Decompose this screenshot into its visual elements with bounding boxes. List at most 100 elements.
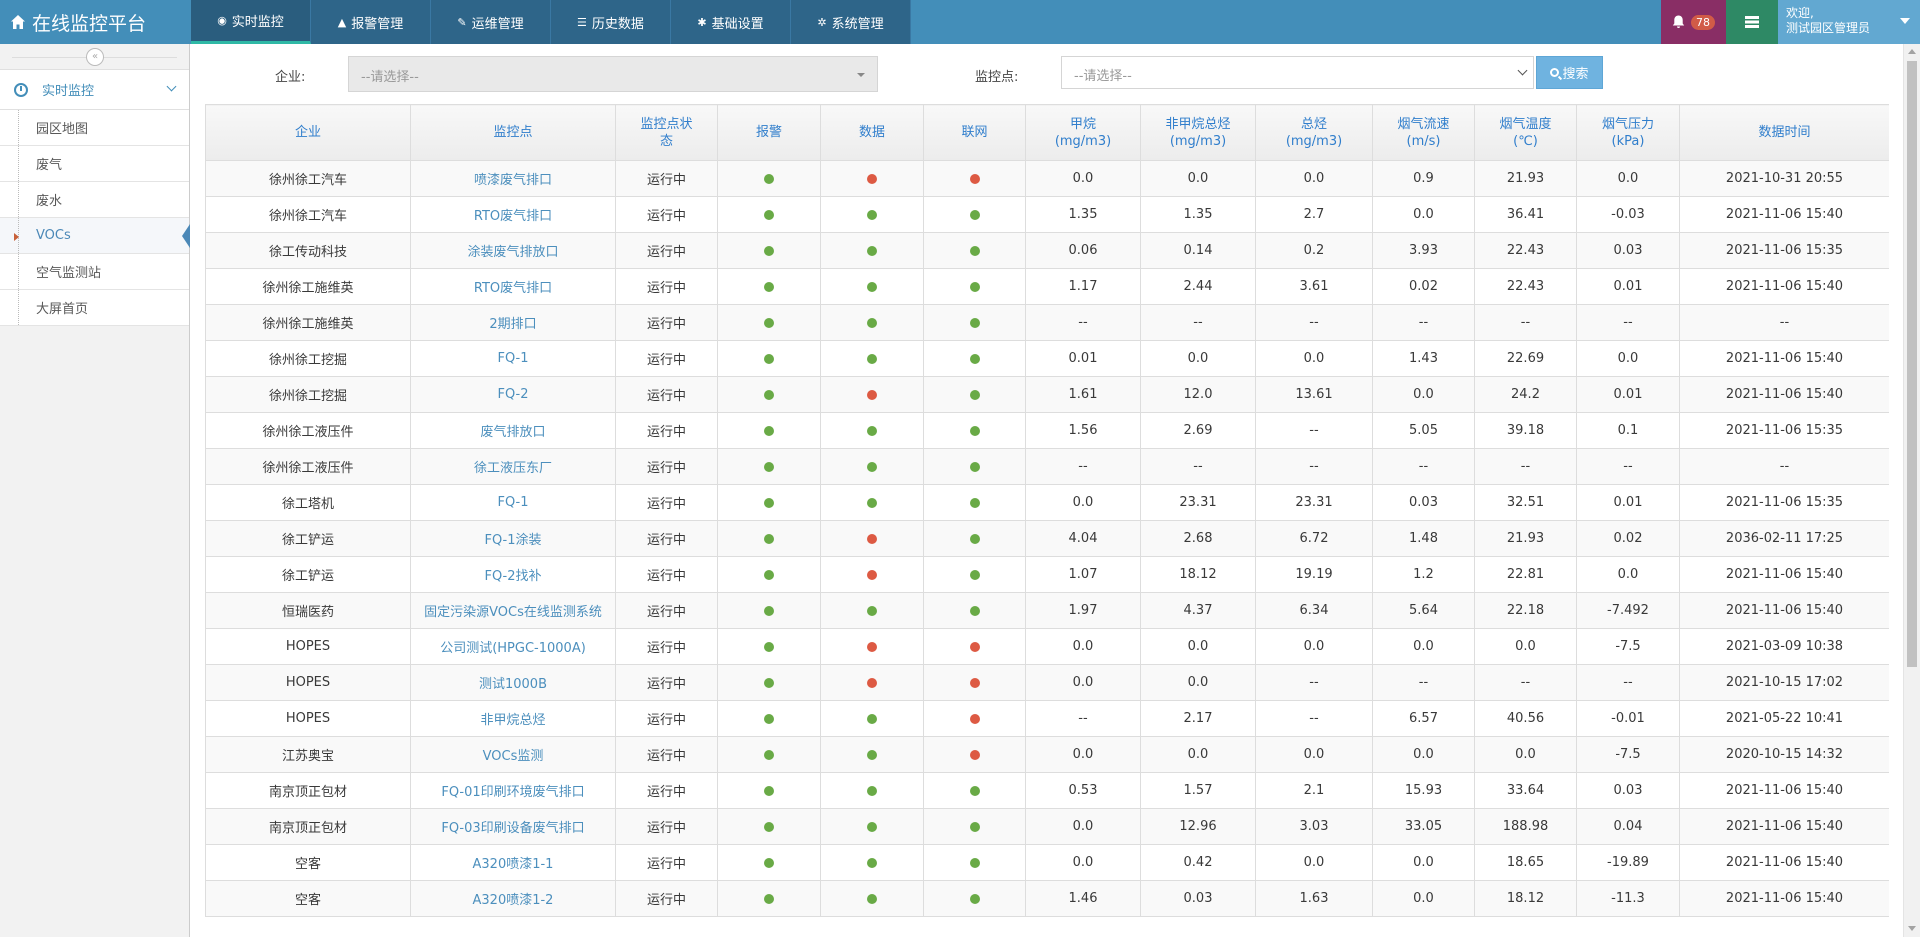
column-header[interactable]: 联网: [923, 104, 1026, 161]
table-row[interactable]: 徐州徐工挖掘 FQ-2 运行中 1.61 12.0 13.61 0.0 24.2 0.01 202…: [205, 376, 1889, 413]
topnav-item-3[interactable]: ☰ 历史数据: [551, 0, 671, 44]
cell-alarm: [717, 232, 821, 269]
column-header[interactable]: 烟气流速 (m/s): [1372, 104, 1475, 161]
sidebar-item-label: VOCs: [36, 228, 71, 243]
table-row[interactable]: 徐州徐工液压件 徐工液压东厂 运行中 -- -- -- -- -- -- --: [205, 448, 1889, 485]
cell-thc: 6.72: [1255, 520, 1373, 557]
column-header[interactable]: 数据: [820, 104, 924, 161]
sidebar-item-4[interactable]: 空气监测站: [0, 254, 189, 290]
column-header[interactable]: 烟气温度 (℃): [1474, 104, 1577, 161]
cell-time: 2021-11-06 15:40: [1679, 880, 1889, 917]
column-header[interactable]: 监控点: [410, 104, 616, 161]
monitor-point-link[interactable]: VOCs监测: [410, 736, 616, 773]
monitor-point-link[interactable]: FQ-03印刷设备废气排口: [410, 808, 616, 845]
column-header[interactable]: 非甲烷总烃 (mg/m3): [1140, 104, 1256, 161]
monitor-point-link[interactable]: RTO废气排口: [410, 268, 616, 305]
monitor-point-link[interactable]: 徐工液压东厂: [410, 448, 616, 485]
table-row[interactable]: HOPES 公司测试(HPGC-1000A) 运行中 0.0 0.0 0.0 0.0 0.0-…: [205, 628, 1889, 665]
cell-nmhc: --: [1140, 448, 1256, 485]
vertical-scrollbar[interactable]: [1903, 44, 1920, 937]
sidebar-item-2[interactable]: 废水: [0, 182, 189, 218]
topnav-item-0[interactable]: ◉ 实时监控: [191, 0, 311, 44]
topnav-item-5[interactable]: ✲ 系统管理: [791, 0, 911, 44]
monitor-point-link[interactable]: A320喷漆1-1: [410, 844, 616, 881]
table-row[interactable]: 徐工塔机 FQ-1 运行中 0.0 23.31 23.31 0.03 32.51 0.01 202…: [205, 484, 1889, 521]
monitor-point-link[interactable]: 2期排口: [410, 304, 616, 341]
cell-company: 徐工塔机: [205, 484, 411, 521]
table-row[interactable]: 南京顶正包材 FQ-01印刷环境废气排口 运行中 0.53 1.57 2.1 15.93 33…: [205, 772, 1889, 809]
table-row[interactable]: 徐州徐工施维英 2期排口 运行中 -- -- -- -- -- -- --: [205, 304, 1889, 341]
scroll-up-arrow-icon[interactable]: [1908, 49, 1916, 54]
monitor-point-link[interactable]: FQ-2: [410, 376, 616, 413]
cell-nmhc: 1.35: [1140, 196, 1256, 233]
scrollbar-thumb[interactable]: [1907, 61, 1917, 667]
table-row[interactable]: 徐州徐工液压件 废气排放口 运行中 1.56 2.69 -- 5.05 39.18 0.1 202…: [205, 412, 1889, 449]
column-header[interactable]: 烟气压力 (kPa): [1576, 104, 1680, 161]
column-header[interactable]: 报警: [717, 104, 821, 161]
table-row[interactable]: 南京顶正包材 FQ-03印刷设备废气排口 运行中 0.0 12.96 3.03 33.05 1…: [205, 808, 1889, 845]
monitor-point-link[interactable]: RTO废气排口: [410, 196, 616, 233]
table-row[interactable]: 徐州徐工汽车 喷漆废气排口 运行中 0.0 0.0 0.0 0.9 21.93 0.0 2021-…: [205, 160, 1889, 197]
sidebar-item-0[interactable]: 园区地图: [0, 110, 189, 146]
table-row[interactable]: 徐州徐工汽车 RTO废气排口 运行中 1.35 1.35 2.7 0.0 36.41 -0.03…: [205, 196, 1889, 233]
cell-data: [820, 592, 924, 629]
table-row[interactable]: HOPES 测试1000B 运行中 0.0 0.0 -- -- -- -- 2021-10-15 …: [205, 664, 1889, 701]
company-select[interactable]: --请选择--: [348, 56, 878, 92]
table-row[interactable]: 徐工铲运 FQ-1涂装 运行中 4.04 2.68 6.72 1.48 21.93 0.02 20…: [205, 520, 1889, 557]
table-row[interactable]: 徐州徐工挖掘 FQ-1 运行中 0.01 0.0 0.0 1.43 22.69 0.0 2021-…: [205, 340, 1889, 377]
table-row[interactable]: 空客 A320喷漆1-2 运行中 1.46 0.03 1.63 0.0 18.12 -11.3 2…: [205, 880, 1889, 917]
monitor-point-link[interactable]: 废气排放口: [410, 412, 616, 449]
cell-pressure: 0.03: [1576, 772, 1680, 809]
messages-button[interactable]: [1726, 0, 1778, 44]
topnav-item-4[interactable]: ✱ 基础设置: [671, 0, 791, 44]
monitor-point-link[interactable]: FQ-01印刷环境废气排口: [410, 772, 616, 809]
table-row[interactable]: 徐工铲运 FQ-2找补 运行中 1.07 18.12 19.19 1.2 22.81 0.0 20…: [205, 556, 1889, 593]
column-header[interactable]: 总烃 (mg/m3): [1255, 104, 1373, 161]
monitor-point-link[interactable]: 测试1000B: [410, 664, 616, 701]
topnav-item-2[interactable]: ✎ 运维管理: [431, 0, 551, 44]
scroll-down-arrow-icon[interactable]: [1908, 926, 1916, 931]
column-header[interactable]: 企业: [205, 104, 411, 161]
monitor-point-link[interactable]: 喷漆废气排口: [410, 160, 616, 197]
sidebar-item-realtime-monitor[interactable]: 实时监控: [0, 70, 189, 110]
alarm-status-dot-icon: [764, 281, 774, 292]
monitor-point-link[interactable]: FQ-2找补: [410, 556, 616, 593]
table-row[interactable]: 恒瑞医药 固定污染源VOCs在线监测系统 运行中 1.97 4.37 6.34 5.64 22…: [205, 592, 1889, 629]
cell-data: [820, 628, 924, 665]
topnav-item-1[interactable]: ▲ 报警管理: [311, 0, 431, 44]
cell-alarm: [717, 520, 821, 557]
sidebar-item-1[interactable]: 废气: [0, 146, 189, 182]
double-chevron-left-icon[interactable]: «: [86, 48, 104, 66]
column-header[interactable]: 甲烷 (mg/m3): [1025, 104, 1141, 161]
monitor-point-link[interactable]: A320喷漆1-2: [410, 880, 616, 917]
topnav-label: 实时监控: [231, 15, 284, 30]
brand[interactable]: 在线监控平台: [0, 0, 191, 44]
column-header[interactable]: 数据时间: [1679, 104, 1889, 161]
notifications-button[interactable]: 78: [1661, 0, 1726, 44]
monitor-point-link[interactable]: FQ-1: [410, 340, 616, 377]
cell-flow: 0.0: [1372, 628, 1475, 665]
table-row[interactable]: 徐工传动科技 涂装废气排放口 运行中 0.06 0.14 0.2 3.93 22.43 0.03…: [205, 232, 1889, 269]
cell-status: 运行中: [615, 592, 718, 629]
table-row[interactable]: 江苏奥宝 VOCs监测 运行中 0.0 0.0 0.0 0.0 0.0 -7.5 2020-10-…: [205, 736, 1889, 773]
column-header-text: 企业: [294, 125, 321, 140]
sidebar-item-5[interactable]: 大屏首页: [0, 290, 189, 326]
user-menu[interactable]: 欢迎, 测试园区管理员: [1778, 0, 1920, 44]
search-button[interactable]: 搜索: [1536, 56, 1603, 89]
table-row[interactable]: 徐州徐工施维英 RTO废气排口 运行中 1.17 2.44 3.61 0.02 22.43 0.…: [205, 268, 1889, 305]
cell-temp: 36.41: [1474, 196, 1577, 233]
monitor-point-link[interactable]: 涂装废气排放口: [410, 232, 616, 269]
monitor-table: 企业 监控点 监控点状态报警 数据 联网 甲烷 (mg/m3) 非甲烷总烃 (mg/m3) 总烃(…: [205, 104, 1889, 917]
monitor-point-select[interactable]: --请选择--: [1061, 56, 1534, 89]
sidebar-item-3[interactable]: VOCs: [0, 218, 190, 254]
monitor-point-link[interactable]: FQ-1涂装: [410, 520, 616, 557]
column-header[interactable]: 监控点状态: [615, 104, 718, 161]
monitor-point-link[interactable]: 非甲烷总烃: [410, 700, 616, 737]
table-row[interactable]: HOPES 非甲烷总烃 运行中 -- 2.17 -- 6.57 40.56 -0.01 2021-…: [205, 700, 1889, 737]
cell-temp: 39.18: [1474, 412, 1577, 449]
monitor-point-link[interactable]: 固定污染源VOCs在线监测系统: [410, 592, 616, 629]
cell-company: HOPES: [205, 664, 411, 701]
table-row[interactable]: 空客 A320喷漆1-1 运行中 0.0 0.42 0.0 0.0 18.65 -19.89 20…: [205, 844, 1889, 881]
monitor-point-link[interactable]: FQ-1: [410, 484, 616, 521]
monitor-point-link[interactable]: 公司测试(HPGC-1000A): [410, 628, 616, 665]
